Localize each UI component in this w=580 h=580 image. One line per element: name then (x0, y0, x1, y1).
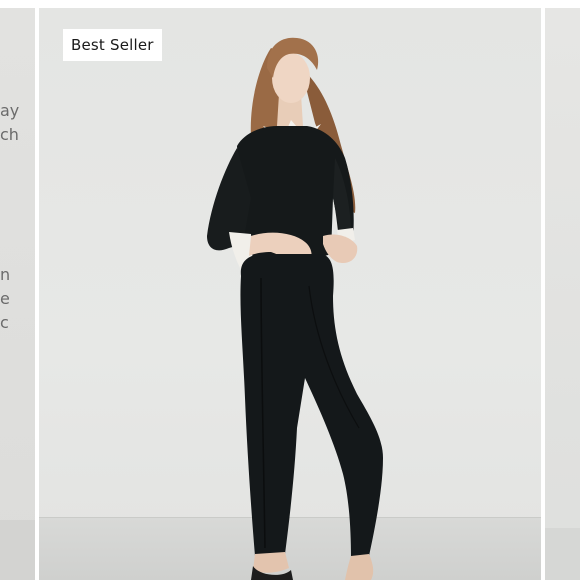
partial-text: ch (0, 125, 19, 144)
next-product-card[interactable] (545, 8, 580, 580)
previous-product-card[interactable]: ay ch n e c (0, 8, 35, 580)
partial-text: c (0, 313, 9, 332)
partial-text: n (0, 265, 11, 284)
partial-text: ay (0, 101, 20, 120)
floor (545, 528, 580, 580)
partial-text: e (0, 289, 10, 308)
product-image[interactable] (39, 8, 541, 580)
best-seller-badge: Best Seller (63, 29, 162, 61)
product-card[interactable]: Best Seller (39, 8, 541, 580)
floor (0, 520, 35, 580)
